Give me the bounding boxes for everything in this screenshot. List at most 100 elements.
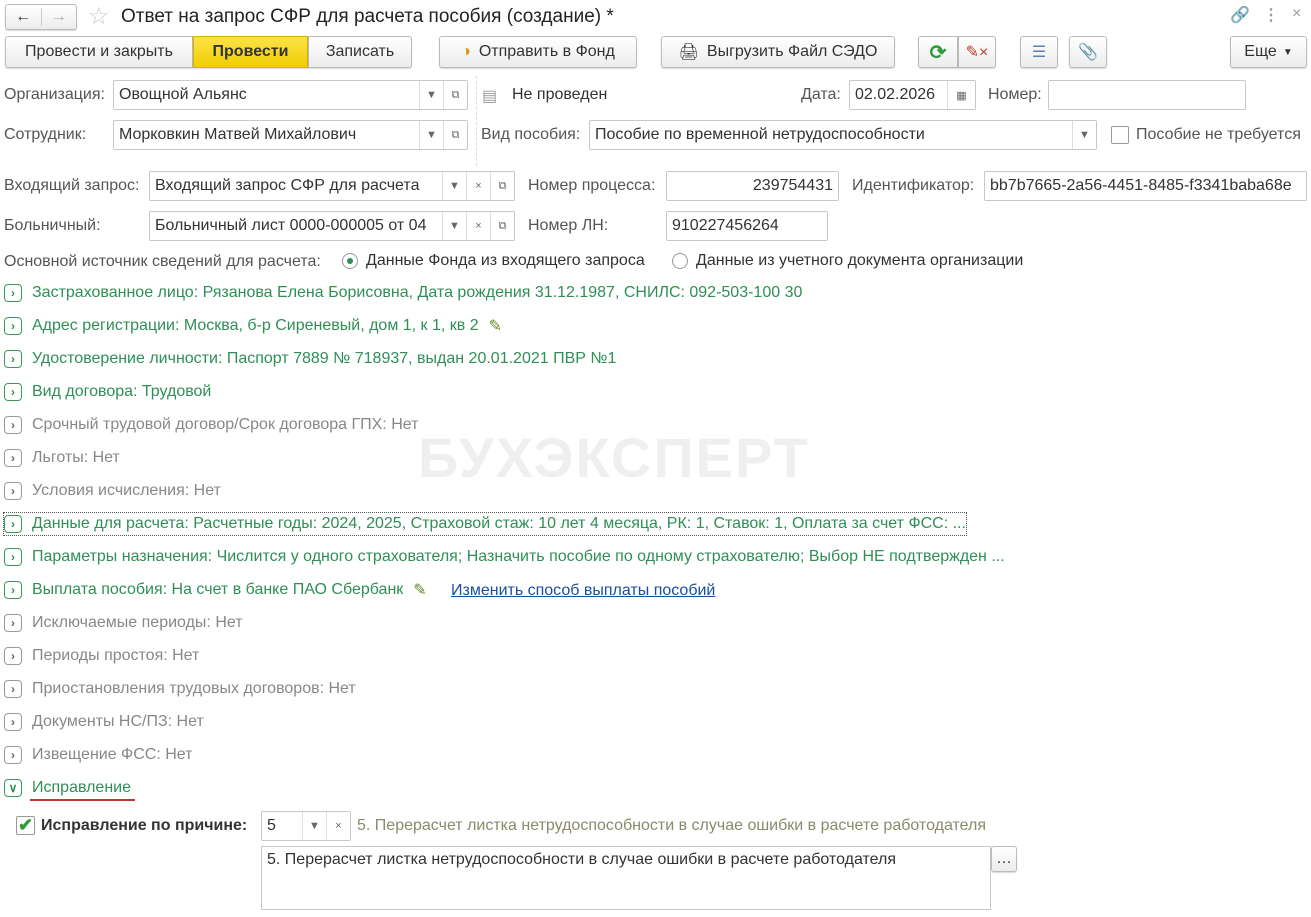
- radio-unselected[interactable]: [672, 252, 688, 269]
- paperclip-icon[interactable]: 📎: [1069, 36, 1107, 68]
- expand-chevron-icon[interactable]: ›: [4, 284, 22, 302]
- incoming-field[interactable]: Входящий запрос СФР для расчета ▼ × ⧉: [149, 171, 515, 201]
- section-text[interactable]: Извещение ФСС: Нет: [32, 746, 192, 764]
- change-payment-link[interactable]: Изменить способ выплаты пособий: [451, 582, 715, 600]
- open-icon[interactable]: ⧉: [443, 81, 467, 109]
- source-option-fund[interactable]: Данные Фонда из входящего запроса: [342, 252, 645, 270]
- section-1[interactable]: › Адрес регистрации: Москва, б-р Сиреневы…: [4, 315, 502, 337]
- expand-chevron-icon[interactable]: ›: [4, 515, 22, 533]
- sick-field[interactable]: Больничный лист 0000-000005 от 04 ▼ × ⧉: [149, 211, 515, 241]
- expand-chevron-icon[interactable]: ›: [4, 416, 22, 434]
- section-text[interactable]: Выплата пособия: На счет в банке ПАО Сбе…: [32, 581, 403, 599]
- radio-selected[interactable]: [342, 252, 358, 269]
- section-6[interactable]: › Условия исчисления: Нет: [4, 480, 221, 502]
- edit-cancel-icon[interactable]: ✎×: [958, 36, 996, 68]
- section-text[interactable]: Льготы: Нет: [32, 449, 120, 467]
- dropdown-icon[interactable]: ▼: [302, 812, 326, 840]
- ln-field[interactable]: 910227456264: [666, 211, 828, 241]
- expand-chevron-icon[interactable]: ›: [4, 746, 22, 764]
- expand-chevron-icon[interactable]: ›: [4, 680, 22, 698]
- expand-chevron-icon[interactable]: ›: [4, 449, 22, 467]
- pencil-icon[interactable]: ✎: [413, 580, 426, 600]
- dropdown-icon[interactable]: ▼: [1072, 121, 1096, 149]
- benefit-type-value[interactable]: Пособие по временной нетрудоспособности: [590, 126, 1072, 144]
- section-14[interactable]: › Извещение ФСС: Нет: [4, 744, 192, 766]
- sick-value[interactable]: Больничный лист 0000-000005 от 04: [150, 217, 442, 235]
- section-text[interactable]: Адрес регистрации: Москва, б-р Сиреневый…: [32, 317, 479, 335]
- open-icon[interactable]: ⧉: [490, 212, 514, 240]
- open-icon[interactable]: ⧉: [443, 121, 467, 149]
- id-field[interactable]: bb7b7665-2a56-4451-8485-f3341baba68e: [984, 171, 1307, 201]
- expand-chevron-icon[interactable]: ›: [4, 614, 22, 632]
- section-13[interactable]: › Документы НС/ПЗ: Нет: [4, 711, 204, 733]
- post-and-close-button[interactable]: Провести и закрыть: [5, 36, 193, 68]
- process-field[interactable]: 239754431: [666, 171, 839, 201]
- dropdown-icon[interactable]: ▼: [419, 121, 443, 149]
- link-icon[interactable]: 🔗: [1230, 5, 1250, 25]
- employee-value[interactable]: Морковкин Матвей Михайлович: [114, 126, 419, 144]
- date-value[interactable]: 02.02.2026: [850, 86, 947, 104]
- correction-checkbox[interactable]: ✔: [16, 816, 35, 835]
- ln-value[interactable]: 910227456264: [667, 217, 827, 235]
- expand-chevron-icon[interactable]: ›: [4, 482, 22, 500]
- back-arrow-icon[interactable]: ←: [6, 8, 42, 26]
- expand-chevron-icon[interactable]: ›: [4, 350, 22, 368]
- dropdown-icon[interactable]: ▼: [442, 172, 466, 200]
- correction-text-area[interactable]: 5. Перерасчет листка нетрудоспособности …: [261, 846, 991, 910]
- send-to-fund-button[interactable]: ◑ Отправить в Фонд: [439, 36, 637, 68]
- source-option-org[interactable]: Данные из учетного документа организации: [672, 252, 1023, 270]
- id-value[interactable]: bb7b7665-2a56-4451-8485-f3341baba68e: [985, 177, 1306, 195]
- date-field[interactable]: 02.02.2026 ▦: [849, 80, 976, 110]
- section-7[interactable]: › Данные для расчета: Расчетные годы: 202…: [3, 512, 967, 536]
- section-3[interactable]: › Вид договора: Трудовой: [4, 381, 211, 403]
- post-button[interactable]: Провести: [193, 36, 308, 68]
- section-11[interactable]: › Периоды простоя: Нет: [4, 645, 199, 667]
- section-text[interactable]: Параметры назначения: Числится у одного …: [32, 548, 1005, 566]
- clear-icon[interactable]: ×: [466, 212, 490, 240]
- number-field[interactable]: [1048, 80, 1246, 110]
- correction-code-value[interactable]: 5: [262, 817, 302, 835]
- refresh-icon[interactable]: ⟳: [918, 36, 958, 68]
- section-10[interactable]: › Исключаемые периоды: Нет: [4, 612, 243, 634]
- section-0[interactable]: › Застрахованное лицо: Рязанова Елена Бор…: [4, 282, 802, 304]
- incoming-value[interactable]: Входящий запрос СФР для расчета: [150, 177, 442, 195]
- process-value[interactable]: 239754431: [667, 177, 838, 195]
- benefit-type-field[interactable]: Пособие по временной нетрудоспособности ▼: [589, 120, 1097, 150]
- expand-chevron-icon[interactable]: ›: [4, 548, 22, 566]
- section-9[interactable]: › Выплата пособия: На счет в банке ПАО Сб…: [4, 579, 427, 601]
- expand-chevron-icon[interactable]: ›: [4, 383, 22, 401]
- section-12[interactable]: › Приостановления трудовых договоров: Нет: [4, 678, 356, 700]
- section-text[interactable]: Вид договора: Трудовой: [32, 383, 211, 401]
- more-vertical-icon[interactable]: ⋮: [1263, 5, 1279, 25]
- section-text[interactable]: Периоды простоя: Нет: [32, 647, 199, 665]
- org-field[interactable]: Овощной Альянс ▼ ⧉: [113, 80, 468, 110]
- more-button[interactable]: Еще ▼: [1230, 36, 1307, 68]
- expand-chevron-icon[interactable]: ›: [4, 713, 22, 731]
- section-text[interactable]: Исключаемые периоды: Нет: [32, 614, 243, 632]
- expand-chevron-icon[interactable]: ›: [4, 647, 22, 665]
- save-button[interactable]: Записать: [308, 36, 412, 68]
- ellipsis-button[interactable]: …: [991, 846, 1017, 872]
- employee-field[interactable]: Морковкин Матвей Михайлович ▼ ⧉: [113, 120, 468, 150]
- section-text[interactable]: Застрахованное лицо: Рязанова Елена Бори…: [32, 284, 802, 302]
- collapse-chevron-icon[interactable]: ∨: [4, 779, 22, 797]
- section-15[interactable]: ∨ Исправление: [4, 777, 131, 799]
- section-4[interactable]: › Срочный трудовой договор/Срок договора …: [4, 414, 418, 436]
- clear-icon[interactable]: ×: [466, 172, 490, 200]
- pencil-icon[interactable]: ✎: [489, 316, 502, 336]
- favorite-star-icon[interactable]: ☆: [88, 2, 110, 31]
- benefit-not-required-checkbox[interactable]: [1111, 126, 1129, 144]
- open-icon[interactable]: ⧉: [490, 172, 514, 200]
- dropdown-icon[interactable]: ▼: [419, 81, 443, 109]
- forward-arrow-icon[interactable]: →: [42, 8, 77, 26]
- dropdown-icon[interactable]: ▼: [442, 212, 466, 240]
- expand-chevron-icon[interactable]: ›: [4, 317, 22, 335]
- section-5[interactable]: › Льготы: Нет: [4, 447, 120, 469]
- calendar-icon[interactable]: ▦: [947, 81, 975, 109]
- section-text[interactable]: Приостановления трудовых договоров: Нет: [32, 680, 356, 698]
- section-2[interactable]: › Удостоверение личности: Паспорт 7889 № …: [4, 348, 616, 370]
- org-value[interactable]: Овощной Альянс: [114, 86, 419, 104]
- section-text[interactable]: Документы НС/ПЗ: Нет: [32, 713, 204, 731]
- list-icon[interactable]: ☰: [1020, 36, 1058, 68]
- section-text[interactable]: Удостоверение личности: Паспорт 7889 № 7…: [32, 350, 616, 368]
